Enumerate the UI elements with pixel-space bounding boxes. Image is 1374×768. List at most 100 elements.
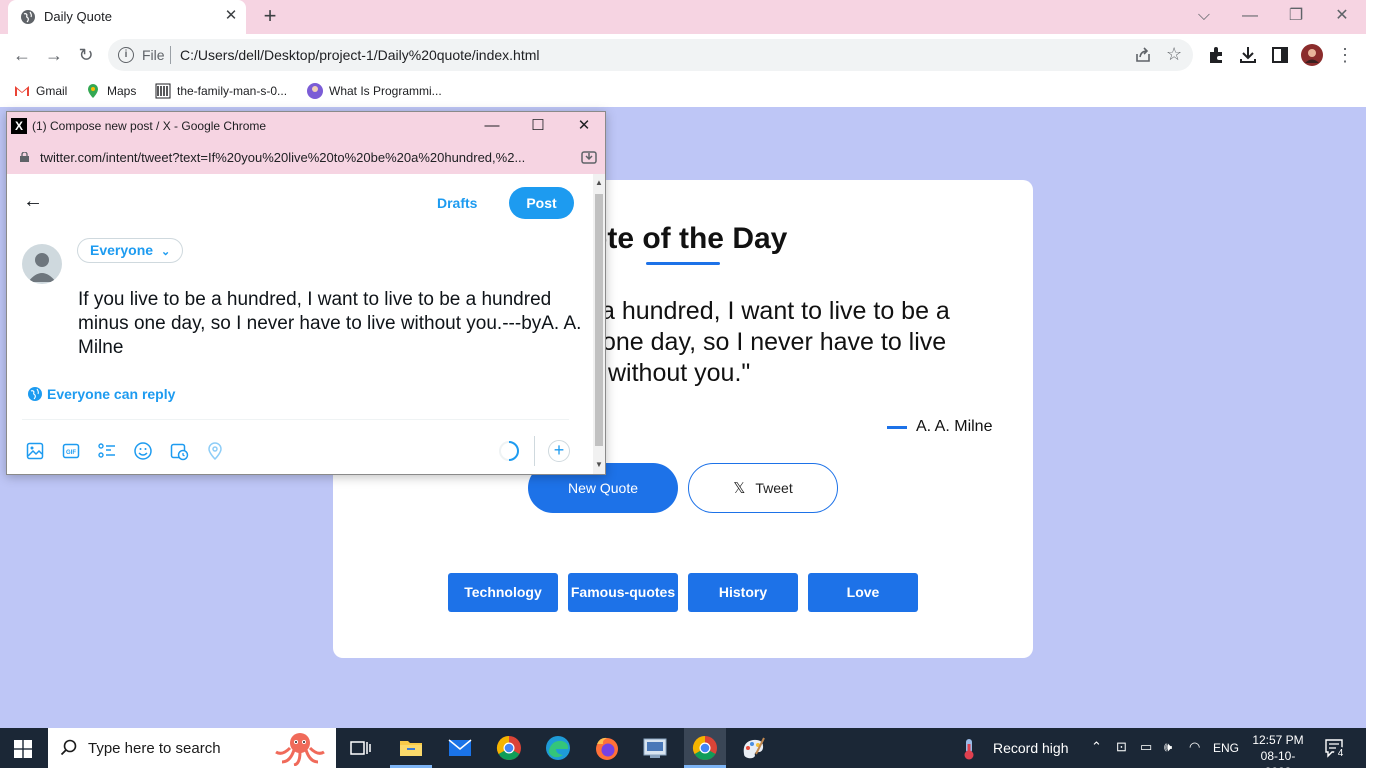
edge-icon[interactable] <box>544 734 572 762</box>
address-separator <box>170 46 171 64</box>
side-panel-icon[interactable] <box>1270 45 1290 65</box>
wifi-icon[interactable]: ◠ <box>1189 739 1200 755</box>
bookmarks-bar: Gmail Maps the-family-man-s-0... What Is… <box>0 76 1374 106</box>
forward-icon[interactable]: → <box>43 44 65 66</box>
emoji-icon[interactable] <box>133 441 153 461</box>
drafts-link[interactable]: Drafts <box>437 195 477 211</box>
weather-status[interactable]: Record high <box>993 740 1069 756</box>
gmail-icon <box>15 85 29 96</box>
popup-titlebar: X (1) Compose new post / X - Google Chro… <box>7 112 605 140</box>
reply-settings[interactable]: Everyone can reply <box>28 386 175 402</box>
scroll-down-icon[interactable]: ▼ <box>595 460 603 469</box>
category-technology-button[interactable]: Technology <box>448 573 558 612</box>
reply-settings-label: Everyone can reply <box>47 386 176 402</box>
chevron-down-icon: ⌄ <box>160 246 171 258</box>
gif-icon[interactable]: GIF <box>61 441 81 461</box>
download-icon[interactable] <box>1238 45 1258 65</box>
profile-avatar[interactable] <box>1301 44 1323 66</box>
popup-url: twitter.com/intent/tweet?text=If%20you%2… <box>40 150 526 165</box>
back-icon[interactable]: ← <box>11 44 33 66</box>
paint-icon[interactable] <box>739 734 767 762</box>
bookmark-maps[interactable]: Maps <box>85 82 136 100</box>
window-edge <box>1366 0 1374 768</box>
category-famous-quotes-button[interactable]: Famous-quotes <box>568 573 678 612</box>
file-explorer-icon[interactable] <box>397 734 425 762</box>
popup-window-title: (1) Compose new post / X - Google Chrome <box>32 119 267 133</box>
address-bar[interactable]: i File C:/Users/dell/Desktop/project-1/D… <box>108 39 1193 71</box>
audience-selector[interactable]: Everyone ⌄ <box>77 238 184 263</box>
poll-icon[interactable] <box>97 441 117 461</box>
chrome-icon[interactable] <box>495 734 523 762</box>
tweet-button[interactable]: 𝕏 Tweet <box>688 463 838 513</box>
category-history-button[interactable]: History <box>688 573 798 612</box>
scroll-up-icon[interactable]: ▲ <box>595 178 603 187</box>
tab-daily-quote[interactable]: Daily Quote ✕ <box>8 0 246 34</box>
install-app-icon[interactable] <box>581 149 597 165</box>
compose-post-window: X (1) Compose new post / X - Google Chro… <box>6 111 606 475</box>
svg-text:GIF: GIF <box>66 450 76 456</box>
popup-scrollbar[interactable]: ▲ ▼ <box>593 174 605 474</box>
control-panel-icon[interactable] <box>641 734 669 762</box>
tab-title: Daily Quote <box>44 9 112 24</box>
minimize-icon[interactable]: — <box>1238 5 1262 27</box>
extensions-icon[interactable] <box>1206 45 1226 65</box>
search-placeholder: Type here to search <box>88 740 221 757</box>
bookmark-star-icon[interactable]: ☆ <box>1166 44 1182 65</box>
default-avatar-icon <box>28 253 56 282</box>
address-scheme: File <box>142 47 165 63</box>
show-hidden-icons-chevron-icon[interactable]: ⌃ <box>1091 739 1102 755</box>
popup-minimize-icon[interactable]: — <box>479 115 505 137</box>
thermometer-icon[interactable] <box>962 738 976 760</box>
clock[interactable]: 12:57 PM 08-10-2023 <box>1248 732 1308 768</box>
globe-icon <box>28 387 42 401</box>
scrollbar-thumb[interactable] <box>595 194 603 446</box>
x-logo-icon: 𝕏 <box>733 480 746 497</box>
address-url[interactable]: C:/Users/dell/Desktop/project-1/Daily%20… <box>180 47 540 63</box>
task-view-icon[interactable] <box>346 734 374 762</box>
divider <box>22 419 569 420</box>
site-info-icon[interactable]: i <box>118 47 134 63</box>
tweet-textarea[interactable]: If you live to be a hundred, I want to l… <box>78 288 583 360</box>
bookmark-gmail[interactable]: Gmail <box>14 82 67 100</box>
language-indicator[interactable]: ENG <box>1213 741 1239 755</box>
windows-start-icon[interactable] <box>14 740 32 758</box>
popup-close-icon[interactable]: ✕ <box>571 115 597 137</box>
meet-now-icon[interactable]: ⊡ <box>1116 739 1127 755</box>
clock-time: 12:57 PM <box>1252 733 1304 747</box>
share-icon[interactable] <box>1134 46 1152 64</box>
quote-line: one day, so I never have to live <box>602 328 947 356</box>
power-icon[interactable]: ▭ <box>1140 739 1152 755</box>
new-tab-button[interactable]: + <box>258 5 282 29</box>
post-button[interactable]: Post <box>509 187 574 219</box>
tweet-label: Tweet <box>755 480 793 496</box>
windows-taskbar: Type here to search Record high ⌃ ⊡ ▭ 🕪 … <box>0 728 1366 768</box>
taskbar-chrome-active[interactable] <box>684 728 726 768</box>
octopus-illustration-icon <box>275 733 325 766</box>
popup-maximize-icon[interactable]: ☐ <box>525 115 551 137</box>
category-love-button[interactable]: Love <box>808 573 918 612</box>
back-arrow-icon[interactable]: ← <box>23 191 43 212</box>
audience-label: Everyone <box>90 242 154 258</box>
add-post-button[interactable]: + <box>548 440 570 462</box>
reload-icon[interactable]: ↻ <box>75 44 97 66</box>
bookmark-what-is-programming[interactable]: What Is Programmi... <box>307 82 442 100</box>
browser-toolbar: ← → ↻ i File C:/Users/dell/Desktop/proje… <box>0 34 1374 76</box>
close-window-icon[interactable]: ✕ <box>1330 5 1354 27</box>
taskbar-search[interactable]: Type here to search <box>48 728 336 768</box>
chrome-menu-icon[interactable]: ⋮ <box>1334 44 1356 66</box>
restore-icon[interactable]: ❐ <box>1284 5 1308 27</box>
tab-strip: Daily Quote ✕ + ⌵ — ❐ ✕ <box>0 0 1374 34</box>
avatar[interactable] <box>22 244 62 284</box>
x-favicon-icon: X <box>11 118 27 134</box>
tab-search-chevron-icon[interactable]: ⌵ <box>1192 5 1216 27</box>
location-icon[interactable] <box>205 441 225 461</box>
schedule-icon[interactable] <box>169 441 189 461</box>
volume-icon[interactable]: 🕪 <box>1164 739 1172 755</box>
clock-date: 08-10-2023 <box>1260 749 1296 768</box>
firefox-icon[interactable] <box>593 734 621 762</box>
tab-close-icon[interactable]: ✕ <box>222 7 240 25</box>
mail-icon[interactable] <box>446 734 474 762</box>
quote-author: A. A. Milne <box>916 418 993 435</box>
image-icon[interactable] <box>25 441 45 461</box>
bookmark-family-man[interactable]: the-family-man-s-0... <box>155 82 287 100</box>
